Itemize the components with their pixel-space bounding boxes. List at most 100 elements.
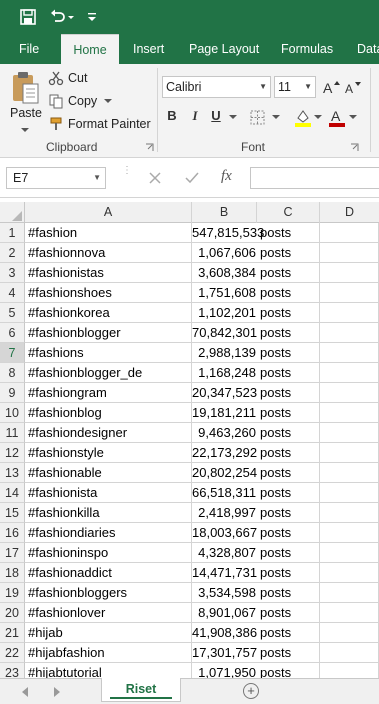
cell-post-count[interactable]: 14,471,731	[192, 563, 257, 583]
cell-unit[interactable]: posts	[257, 603, 320, 623]
cell-hashtag[interactable]: #fashionblogger_de	[25, 363, 192, 383]
cell-hashtag[interactable]: #fashiongram	[25, 383, 192, 403]
formula-input[interactable]	[250, 167, 379, 189]
increase-font-size-icon[interactable]: A	[322, 79, 340, 95]
cell-post-count[interactable]: 2,418,997	[192, 503, 257, 523]
row-header[interactable]: 21	[0, 623, 25, 643]
cell-post-count[interactable]: 66,518,311	[192, 483, 257, 503]
cell-hashtag[interactable]: #fashionaddict	[25, 563, 192, 583]
cell-empty[interactable]	[320, 323, 379, 343]
cell-empty[interactable]	[320, 463, 379, 483]
cell-post-count[interactable]: 1,168,248	[192, 363, 257, 383]
cell-hashtag[interactable]: #fashionkilla	[25, 503, 192, 523]
row-header[interactable]: 10	[0, 403, 25, 423]
cell-unit[interactable]: posts	[257, 323, 320, 343]
paste-dropdown-icon[interactable]	[20, 126, 30, 134]
save-icon[interactable]	[18, 7, 38, 27]
cell-post-count[interactable]: 1,071,950	[192, 663, 257, 678]
undo-icon[interactable]	[48, 7, 68, 27]
cell-post-count[interactable]: 547,815,533	[192, 223, 264, 243]
cell-empty[interactable]	[320, 263, 379, 283]
cell-hashtag[interactable]: #fashionnova	[25, 243, 192, 263]
name-box[interactable]: E7 ▼	[6, 167, 106, 189]
cell-empty[interactable]	[320, 503, 379, 523]
cell-hashtag[interactable]: #fashionista	[25, 483, 192, 503]
cell-post-count[interactable]: 4,328,807	[192, 543, 257, 563]
cell-unit[interactable]: posts	[257, 563, 320, 583]
sheet-tab-riset-hashtag[interactable]: Riset Hashtag	[101, 678, 181, 702]
cell-hashtag[interactable]: #fashionblog	[25, 403, 192, 423]
row-header[interactable]: 15	[0, 503, 25, 523]
row-header[interactable]: 17	[0, 543, 25, 563]
row-header[interactable]: 12	[0, 443, 25, 463]
row-header[interactable]: 23	[0, 663, 25, 678]
cell-hashtag[interactable]: #fashionistas	[25, 263, 192, 283]
row-header[interactable]: 20	[0, 603, 25, 623]
chevron-down-icon[interactable]: ▼	[93, 168, 101, 188]
undo-dropdown-icon[interactable]	[66, 7, 76, 27]
tab-home[interactable]: Home	[61, 34, 119, 64]
tab-formulas[interactable]: Formulas	[271, 34, 343, 64]
column-header-b[interactable]: B	[192, 202, 257, 223]
italic-button[interactable]: I	[186, 108, 204, 124]
cell-hashtag[interactable]: #hijabfashion	[25, 643, 192, 663]
cell-unit[interactable]: posts	[257, 243, 320, 263]
copy-button[interactable]: Copy	[68, 94, 97, 108]
cell-hashtag[interactable]: #fashion	[25, 223, 192, 243]
cell-post-count[interactable]: 3,608,384	[192, 263, 257, 283]
cell-post-count[interactable]: 22,173,292	[192, 443, 257, 463]
select-all-button[interactable]	[0, 202, 25, 223]
cancel-icon[interactable]	[148, 171, 162, 185]
borders-icon[interactable]	[250, 110, 265, 125]
cell-post-count[interactable]: 2,988,139	[192, 343, 257, 363]
cell-empty[interactable]	[320, 343, 379, 363]
borders-dropdown-icon[interactable]	[272, 114, 280, 120]
cell-empty[interactable]	[320, 403, 379, 423]
paste-icon[interactable]	[10, 70, 40, 106]
cell-hashtag[interactable]: #fashionlover	[25, 603, 192, 623]
row-header[interactable]: 9	[0, 383, 25, 403]
cell-unit[interactable]: posts	[257, 383, 320, 403]
clipboard-dialog-launcher-icon[interactable]	[145, 143, 154, 152]
row-header[interactable]: 3	[0, 263, 25, 283]
cell-empty[interactable]	[320, 443, 379, 463]
cell-post-count[interactable]: 1,751,608	[192, 283, 257, 303]
cell-post-count[interactable]: 18,003,667	[192, 523, 257, 543]
cell-empty[interactable]	[320, 563, 379, 583]
cell-post-count[interactable]: 20,347,523	[192, 383, 257, 403]
tab-page-layout[interactable]: Page Layout	[179, 34, 269, 64]
fill-color-icon[interactable]	[294, 108, 312, 128]
cell-empty[interactable]	[320, 523, 379, 543]
cell-hashtag[interactable]: #fashionbloggers	[25, 583, 192, 603]
cell-post-count[interactable]: 1,067,606	[192, 243, 257, 263]
scroll-sheets-left-icon[interactable]	[22, 687, 28, 697]
cell-empty[interactable]	[320, 663, 379, 678]
font-size-select[interactable]: 11 ▼	[274, 76, 316, 98]
fill-color-dropdown-icon[interactable]	[314, 114, 322, 120]
row-header[interactable]: 5	[0, 303, 25, 323]
cell-empty[interactable]	[320, 543, 379, 563]
bold-button[interactable]: B	[163, 108, 181, 123]
font-color-dropdown-icon[interactable]	[349, 114, 357, 120]
cell-empty[interactable]	[320, 303, 379, 323]
cell-empty[interactable]	[320, 643, 379, 663]
cell-unit[interactable]: posts	[257, 363, 320, 383]
column-header-d[interactable]: D	[320, 202, 379, 223]
scroll-sheets-right-icon[interactable]	[54, 687, 60, 697]
cell-hashtag[interactable]: #fashionable	[25, 463, 192, 483]
cell-hashtag[interactable]: #fashionstyle	[25, 443, 192, 463]
cell-post-count[interactable]: 8,901,067	[192, 603, 257, 623]
cell-empty[interactable]	[320, 383, 379, 403]
cell-unit[interactable]: posts	[257, 663, 320, 678]
underline-dropdown-icon[interactable]	[229, 114, 237, 120]
row-header[interactable]: 7	[0, 343, 25, 363]
cell-post-count[interactable]: 41,908,386	[192, 623, 257, 643]
tab-file[interactable]: File	[9, 34, 49, 64]
cell-empty[interactable]	[320, 483, 379, 503]
tab-data[interactable]: Data	[347, 34, 379, 64]
cell-hashtag[interactable]: #fashionshoes	[25, 283, 192, 303]
cell-hashtag[interactable]: #fashiondesigner	[25, 423, 192, 443]
cell-unit[interactable]: posts	[257, 623, 320, 643]
add-sheet-icon[interactable]: +	[243, 683, 259, 699]
cell-unit[interactable]: posts	[257, 403, 320, 423]
